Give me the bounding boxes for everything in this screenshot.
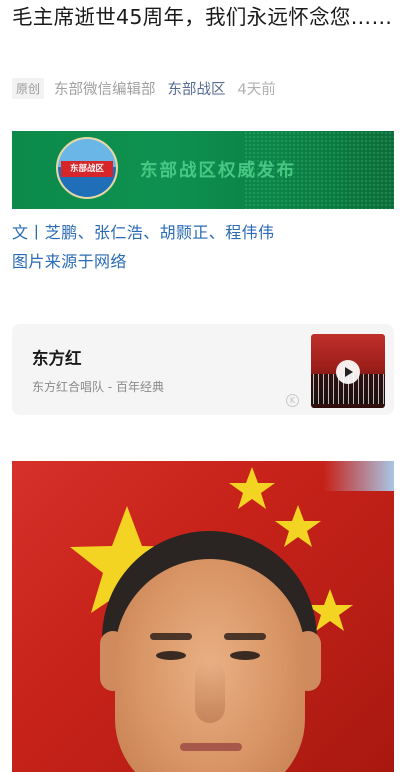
music-card[interactable]: 东方红 东方红合唱队 - 百年经典 K bbox=[12, 324, 394, 415]
article-title: 毛主席逝世45周年，我们永远怀念您…… bbox=[12, 5, 393, 29]
k-song-icon: K bbox=[286, 394, 299, 407]
logo-label: 东部战区 bbox=[61, 161, 113, 177]
portrait-image bbox=[12, 461, 394, 772]
credit-authors: 文丨芝鹏、张仁浩、胡颢正、程伟伟 bbox=[12, 223, 275, 242]
publish-time: 4天前 bbox=[237, 81, 276, 98]
article-meta: 原创 东部微信编辑部 东部战区 4天前 bbox=[12, 77, 276, 99]
eastern-theater-logo: 东部战区 bbox=[56, 137, 118, 199]
small-star-1 bbox=[229, 467, 275, 509]
header-banner-image: 东部战区 东部战区权威发布 bbox=[12, 131, 394, 209]
author-name: 东部微信编辑部 bbox=[54, 81, 156, 98]
credit-image-source: 图片来源于网络 bbox=[12, 252, 127, 271]
music-title: 东方红 bbox=[32, 349, 82, 368]
banner-slogan: 东部战区权威发布 bbox=[140, 161, 296, 181]
music-subtitle: 东方红合唱队 - 百年经典 bbox=[32, 380, 164, 394]
play-button[interactable] bbox=[336, 360, 360, 384]
music-cover-image[interactable] bbox=[311, 334, 385, 408]
play-icon bbox=[345, 367, 353, 377]
original-tag: 原创 bbox=[12, 77, 45, 99]
account-link[interactable]: 东部战区 bbox=[168, 78, 226, 99]
small-star-2 bbox=[275, 505, 321, 547]
